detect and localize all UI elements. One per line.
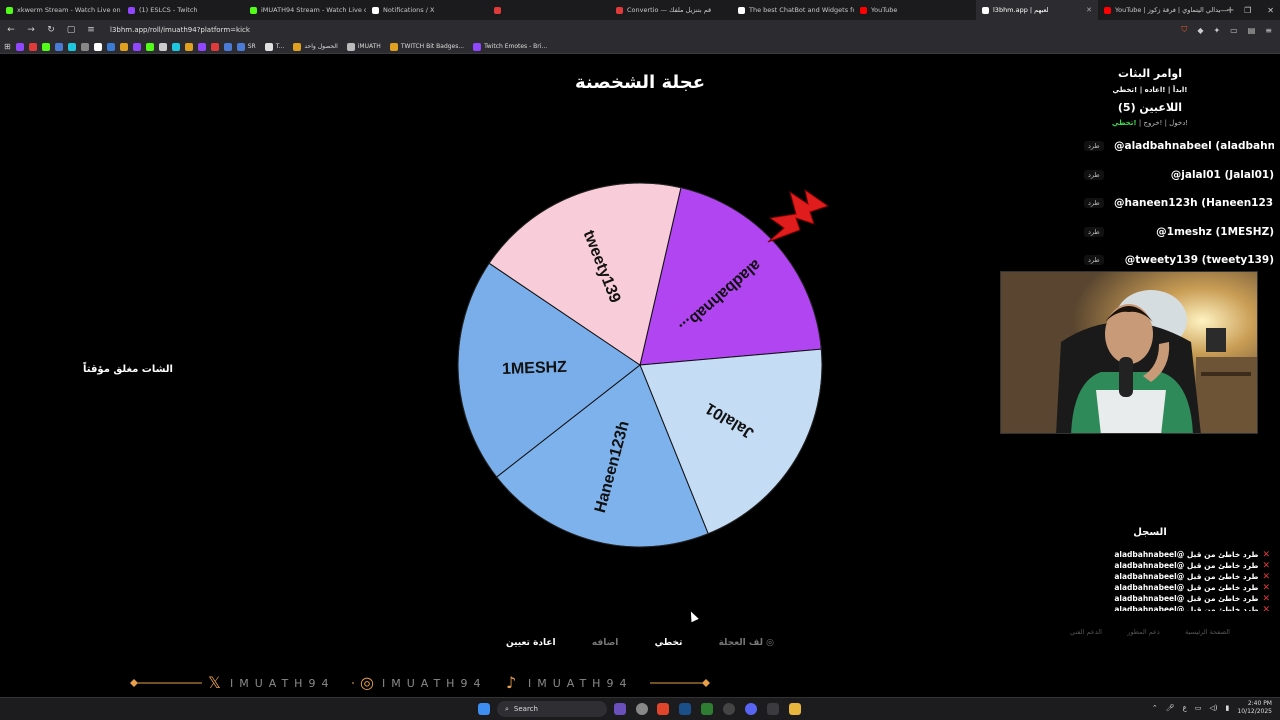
discord-icon[interactable] (745, 703, 757, 715)
kick-player-button[interactable]: طرد (1084, 226, 1104, 237)
footer-link[interactable]: الدعم الفني (1070, 628, 1102, 636)
clock[interactable]: 2:40 PM 10/12/2025 (1237, 700, 1272, 716)
spin-button-label: لف العجلة (718, 638, 763, 648)
log-entry-text: aladbahnabeel@ طرد خاطئ من قبل (1114, 583, 1259, 592)
language-indicator[interactable]: ع (1183, 704, 1187, 712)
player-row: طرد @haneen123h (Haneen123h) (1084, 196, 1274, 210)
cross-icon: ✕ (1262, 582, 1270, 593)
footer-link[interactable]: دعم المطور (1127, 628, 1160, 636)
skip-command-highlight: !تخطي (1111, 119, 1137, 127)
player-name: @1meshz (1MESHZ) (1156, 225, 1274, 238)
wheel-segment-label: 1MESHZ (502, 359, 568, 378)
cross-icon: ✕ (1262, 604, 1270, 612)
taskbar-app-2-icon[interactable] (636, 703, 648, 715)
clock-date: 10/12/2025 (1237, 708, 1272, 715)
log-entry-text: aladbahnabeel@ طرد خاطئ من قبل (1114, 572, 1259, 581)
commands-list: !ابدأ | !اعاده | !تخطي (1112, 86, 1188, 94)
search-icon: ⌕ (505, 704, 509, 713)
taskbar: ⌕ Search ⌃ 🎤︎ ع ▭ ◁) ▮ 2:40 PM 10/12/202… (0, 697, 1280, 720)
player-row: طرد @tweety139 (tweety139) (1084, 253, 1274, 267)
webcam-overlay (1000, 271, 1258, 434)
player-name: @aladbahnabeel (aladbahna... (1114, 140, 1274, 152)
wheel[interactable]: aladbahnab...Jalal01Haneen123h1MESHZtwee… (457, 182, 823, 548)
file-explorer-icon[interactable] (789, 703, 801, 715)
settings-icon[interactable] (767, 703, 779, 715)
instagram-icon[interactable]: ◎ (360, 673, 374, 692)
kick-player-button[interactable]: طرد (1084, 198, 1104, 208)
log-entry: aladbahnabeel@ طرد خاطئ من قبل ✕ (1080, 571, 1270, 582)
system-tray: ⌃ 🎤︎ ع ▭ ◁) ▮ 2:40 PM 10/12/2025 (1152, 700, 1272, 716)
footer-links: الصفحة الرئيسية دعم المطور الدعم الفني (1070, 628, 1230, 636)
log-title: السجل (1133, 527, 1167, 538)
log-entry: aladbahnabeel@ طرد خاطئ من قبل ✕ (1080, 593, 1270, 604)
log-entry-text: aladbahnabeel@ طرد خاطئ من قبل (1114, 561, 1259, 570)
footer-link[interactable]: الصفحة الرئيسية (1185, 628, 1230, 636)
obs-icon[interactable] (723, 703, 735, 715)
cross-icon: ✕ (1262, 549, 1270, 560)
log-entry-text: aladbahnabeel@ طرد خاطئ من قبل (1114, 594, 1259, 603)
taskbar-search-label: Search (513, 705, 538, 713)
x-logo-icon[interactable]: 𝕏 (208, 673, 221, 692)
add-button[interactable]: اضافه (586, 636, 625, 650)
social-handle: IMUATH94 (382, 677, 486, 690)
social-banner: 𝕏 IMUATH94 ◎ IMUATH94 ♪ IMUATH94 (130, 673, 710, 693)
mic-icon[interactable]: 🎤︎ (1166, 704, 1175, 712)
tray-chevron-icon[interactable]: ⌃ (1152, 704, 1158, 712)
cross-icon: ✕ (1262, 571, 1270, 582)
battery-icon[interactable]: ▮ (1226, 704, 1230, 712)
wheel-controls: ◎ لف العجلة تخطي اضافه اعادة تعيين (500, 636, 780, 650)
kick-player-button[interactable]: طرد (1084, 255, 1104, 265)
player-row: طرد @1meshz (1MESHZ) (1084, 225, 1274, 239)
diamond-icon (130, 679, 138, 687)
spin-button[interactable]: ◎ لف العجلة (713, 636, 780, 650)
player-row: طرد @jalal01 (Jalal01) (1084, 168, 1274, 182)
taskbar-search[interactable]: ⌕ Search (497, 701, 607, 717)
diamond-icon (702, 679, 710, 687)
log-entry-text: aladbahnabeel@ طرد خاطئ من قبل (1114, 605, 1259, 611)
log-entry-text: aladbahnabeel@ طرد خاطئ من قبل (1114, 550, 1259, 559)
tiktok-icon[interactable]: ♪ (506, 673, 516, 692)
skip-button[interactable]: تخطي (649, 636, 689, 650)
log-entry: aladbahnabeel@ طرد خاطئ من قبل ✕ (1080, 560, 1270, 571)
spin-icon: ◎ (763, 638, 774, 648)
start-icon[interactable] (478, 703, 490, 715)
volume-icon[interactable]: ◁) (1209, 704, 1217, 712)
log-entry: aladbahnabeel@ طرد خاطئ من قبل ✕ (1080, 604, 1270, 612)
taskbar-app-1-icon[interactable] (614, 703, 626, 715)
players-commands: !دخول | !خروج | !تخطي (1080, 119, 1220, 127)
cross-icon: ✕ (1262, 560, 1270, 571)
kick-player-button[interactable]: طرد (1084, 141, 1104, 151)
log-entry: aladbahnabeel@ طرد خاطئ من قبل ✕ (1080, 582, 1270, 593)
reset-button[interactable]: اعادة تعيين (500, 636, 562, 650)
kick-player-button[interactable]: طرد (1084, 169, 1104, 180)
commands-title: اوامر البثات (1118, 67, 1182, 80)
player-row: طرد @aladbahnabeel (aladbahna... (1084, 139, 1274, 153)
wheel-pointer-icon (767, 188, 830, 243)
players-commands-text: !دخول | !خروج | (1138, 119, 1189, 127)
log-entry: aladbahnabeel@ طرد خاطئ من قبل ✕ (1080, 549, 1270, 560)
log-list: aladbahnabeel@ طرد خاطئ من قبل ✕ aladbahna… (1080, 549, 1270, 612)
brave-browser-icon[interactable] (657, 703, 669, 715)
players-title: اللاعبين (5) (1117, 101, 1183, 114)
player-name: @haneen123h (Haneen123h) (1114, 197, 1274, 209)
steam-icon[interactable] (679, 703, 691, 715)
clock-time: 2:40 PM (1247, 700, 1272, 707)
social-handle: IMUATH94 (528, 677, 632, 690)
player-name: @jalal01 (Jalal01) (1170, 168, 1274, 181)
cross-icon: ✕ (1262, 593, 1270, 604)
player-name: @tweety139 (tweety139) (1124, 254, 1274, 266)
webcam-image (1001, 272, 1257, 433)
social-handle: IMUATH94 (230, 677, 334, 690)
terminal-icon[interactable] (701, 703, 713, 715)
network-icon[interactable]: ▭ (1195, 704, 1202, 712)
